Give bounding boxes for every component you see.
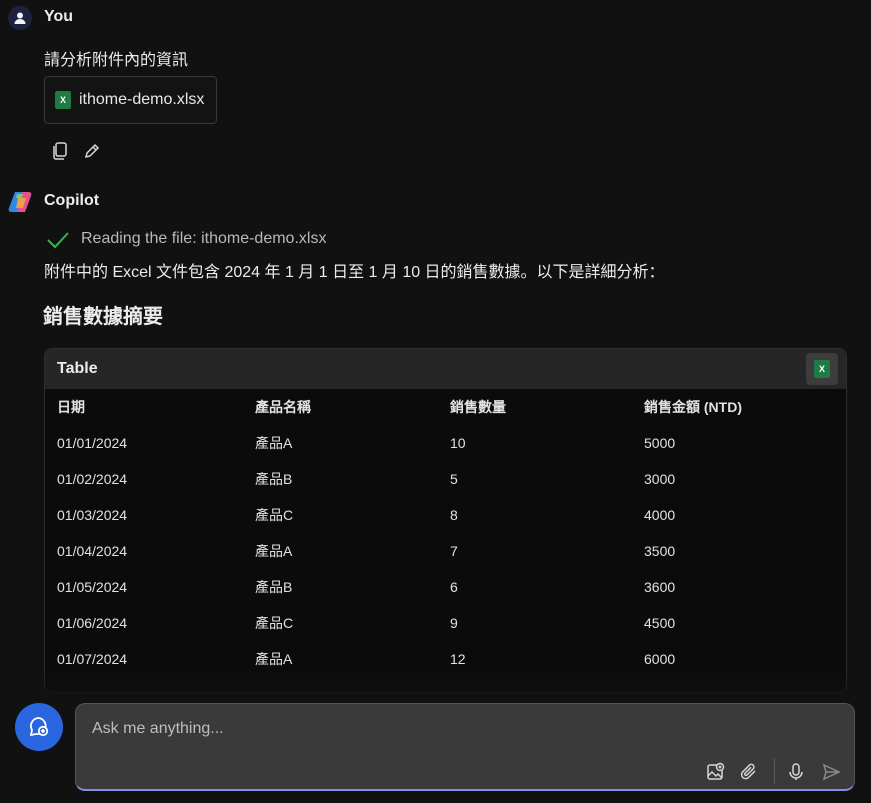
user-avatar-icon [8, 6, 32, 30]
table-cell: 01/02/2024 [57, 471, 128, 487]
assistant-intro: 附件中的 Excel 文件包含 2024 年 1 月 1 日至 1 月 10 日… [44, 264, 665, 281]
excel-file-icon: X [55, 91, 71, 109]
user-name: You [44, 8, 74, 25]
edit-button[interactable] [81, 140, 103, 162]
chat-input[interactable] [90, 716, 794, 742]
table-row: 01/05/2024 產品B 6 3600 [45, 569, 846, 605]
column-header: 銷售數量 [450, 399, 506, 415]
sales-table: 日期 產品名稱 銷售數量 銷售金額 (NTD) 01/01/2024 產品A 1… [45, 389, 846, 677]
add-image-button[interactable] [704, 760, 728, 784]
export-excel-button[interactable]: X [806, 353, 838, 385]
table-cell: 7 [450, 543, 458, 559]
table-cell: 4500 [644, 615, 676, 631]
add-image-icon [707, 762, 725, 780]
send-button[interactable] [819, 760, 843, 784]
table-cell: 產品B [255, 579, 293, 595]
table-row: 01/03/2024 產品C 8 4000 [45, 497, 846, 533]
table-row: 01/02/2024 產品B 5 3000 [45, 461, 846, 497]
table-cell: 3000 [644, 471, 676, 487]
table-header-bar: Table X [45, 349, 846, 389]
attachment-filename: ithome-demo.xlsx [79, 91, 205, 108]
table-cell: 01/04/2024 [57, 543, 128, 559]
column-header: 產品名稱 [255, 399, 311, 415]
new-chat-icon [29, 717, 49, 737]
table-row: 01/06/2024 產品C 9 4500 [45, 605, 846, 641]
composer [75, 703, 855, 791]
table-cell: 10 [450, 435, 466, 451]
microphone-icon [789, 763, 803, 780]
column-header: 銷售金額 (NTD) [644, 399, 742, 415]
table-cell: 3500 [644, 543, 676, 559]
checkmark-icon [46, 231, 70, 249]
new-chat-button[interactable] [15, 703, 63, 751]
data-table-card: Table X 日期 產品名稱 銷售數量 銷售金額 (NTD) 01/01/20… [44, 348, 847, 693]
table-cell: 8 [450, 507, 458, 523]
scroll-fade [44, 672, 847, 697]
column-header: 日期 [57, 399, 85, 415]
attach-button[interactable] [737, 760, 761, 784]
user-message: 請分析附件內的資訊 [44, 52, 189, 69]
edit-icon [84, 143, 100, 159]
table-cell: 9 [450, 615, 458, 631]
table-header-row: 日期 產品名稱 銷售數量 銷售金額 (NTD) [45, 389, 846, 425]
excel-export-icon: X [814, 360, 830, 378]
copy-button[interactable] [49, 140, 71, 162]
table-cell: 3600 [644, 579, 676, 595]
table-cell: 產品C [255, 615, 294, 631]
table-title: Table [57, 360, 98, 377]
table-row: 01/04/2024 產品A 7 3500 [45, 533, 846, 569]
attach-icon [740, 763, 756, 780]
table-cell: 產品B [255, 471, 293, 487]
table-cell: 5000 [644, 435, 676, 451]
toolbar-divider [774, 758, 775, 784]
section-title: 銷售數據摘要 [43, 306, 163, 328]
copilot-logo-icon [7, 189, 33, 215]
table-cell: 01/06/2024 [57, 615, 128, 631]
table-cell: 產品C [255, 507, 294, 523]
microphone-button[interactable] [784, 760, 808, 784]
attachment-chip[interactable]: X ithome-demo.xlsx [44, 76, 217, 124]
copy-icon [53, 142, 67, 160]
copilot-name: Copilot [44, 192, 100, 209]
send-icon [822, 763, 841, 781]
table-cell: 4000 [644, 507, 676, 523]
table-cell: 產品A [255, 543, 293, 559]
table-cell: 6 [450, 579, 458, 595]
table-cell: 01/05/2024 [57, 579, 128, 595]
table-cell: 01/03/2024 [57, 507, 128, 523]
table-cell: 01/01/2024 [57, 435, 128, 451]
table-row: 01/01/2024 產品A 10 5000 [45, 425, 846, 461]
table-cell: 5 [450, 471, 458, 487]
table-cell: 產品A [255, 435, 293, 451]
reading-status: Reading the file: ithome-demo.xlsx [81, 230, 327, 247]
